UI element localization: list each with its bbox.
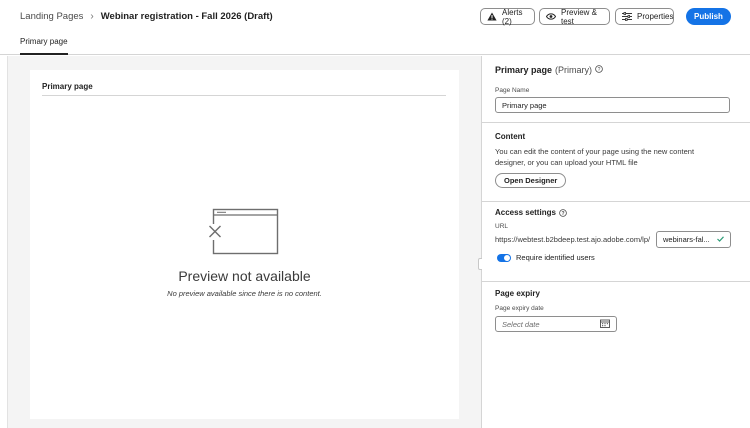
page-expiry-date-input[interactable]: Select date [495, 316, 595, 332]
chevron-right-icon: › [90, 11, 94, 22]
panel-title-suffix: (Primary) [555, 65, 593, 75]
page-expiry-heading: Page expiry [495, 289, 540, 298]
url-slug-field[interactable]: webinars-fal... [656, 231, 731, 248]
open-designer-button[interactable]: Open Designer [495, 173, 567, 188]
access-settings-heading: Access settings ? [495, 208, 567, 217]
properties-panel: Primary page (Primary) ? Page Name Prima… [482, 56, 750, 428]
broken-window-icon [208, 208, 280, 261]
access-settings-heading-text: Access settings [495, 208, 556, 217]
preview-test-button[interactable]: Preview & test [539, 7, 610, 26]
help-icon[interactable]: ? [595, 65, 603, 75]
calendar-icon [600, 315, 610, 333]
alerts-button[interactable]: Alerts (2) [480, 7, 535, 26]
content-heading: Content [495, 132, 526, 141]
url-prefix: https://webtest.b2bdeep.test.ajo.adobe.c… [495, 235, 651, 244]
alerts-button-label: Alerts (2) [502, 7, 523, 26]
page-expiry-date-label: Page expiry date [495, 305, 544, 312]
breadcrumb-landing-pages[interactable]: Landing Pages [20, 11, 83, 22]
svg-text:?: ? [561, 211, 564, 217]
properties-button[interactable]: Properties [615, 8, 674, 25]
publish-button[interactable]: Publish [686, 8, 731, 25]
help-icon[interactable]: ? [559, 208, 567, 217]
tab-primary-page[interactable]: Primary page [20, 37, 68, 55]
sliders-icon [622, 12, 632, 21]
preview-unavailable-subtitle: No preview available since there is no c… [167, 289, 322, 298]
url-label: URL [495, 223, 509, 230]
page-name-label: Page Name [495, 87, 530, 94]
alert-icon [487, 12, 497, 21]
preview-card: Primary page Preview not available No pr… [30, 70, 459, 419]
breadcrumb: Landing Pages › Webinar registration - F… [20, 11, 273, 22]
page-title: Webinar registration - Fall 2026 (Draft) [100, 11, 273, 22]
url-slug-value: webinars-fal... [663, 235, 710, 244]
panel-title-text: Primary page [495, 65, 553, 75]
preview-unavailable-title: Preview not available [178, 268, 311, 284]
svg-text:?: ? [598, 67, 601, 73]
properties-label: Properties [637, 12, 674, 21]
calendar-button[interactable] [594, 316, 617, 332]
checkmark-icon [717, 235, 724, 244]
require-identified-users-label: Require identified users [516, 253, 595, 262]
card-divider [42, 95, 446, 96]
content-description: You can edit the content of your page us… [495, 147, 695, 167]
eye-icon [546, 13, 556, 20]
card-title: Primary page [42, 82, 93, 91]
left-gutter [0, 56, 8, 428]
panel-title: Primary page (Primary) ? [495, 65, 603, 75]
page-name-field[interactable]: Primary page [495, 97, 730, 113]
preview-test-label: Preview & test [561, 7, 598, 26]
top-bar: Landing Pages › Webinar registration - F… [0, 0, 750, 55]
require-identified-users-toggle[interactable] [497, 254, 511, 262]
